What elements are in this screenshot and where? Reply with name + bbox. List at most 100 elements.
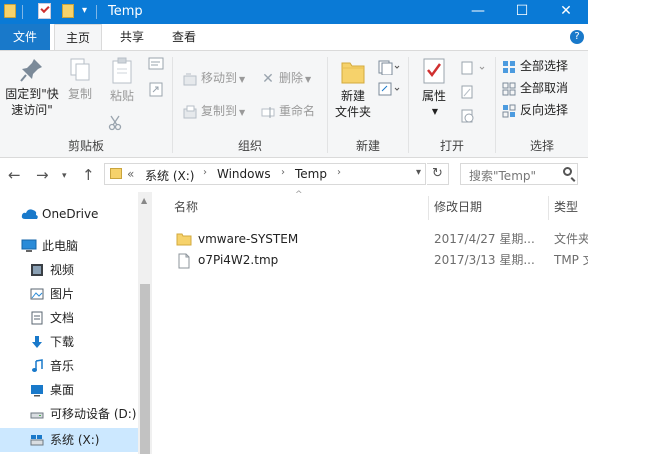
computer-icon — [21, 239, 37, 252]
nav-item-system-x[interactable]: 系统 (X:) — [0, 428, 138, 452]
folder-icon — [176, 233, 192, 246]
column-header-type[interactable]: 类型 — [554, 192, 578, 222]
breadcrumb-drive[interactable]: 系统 (X:) — [145, 167, 194, 184]
new-folder-button[interactable]: 新建 文件夹 — [330, 57, 376, 120]
copy-label: 复制 — [67, 87, 92, 101]
open-icon — [461, 61, 485, 75]
properties-quick-icon[interactable] — [38, 3, 51, 19]
copy-to-button[interactable]: 复制到 ▼ — [183, 101, 245, 121]
select-none-button[interactable]: 全部取消 — [502, 78, 568, 98]
easy-access-button[interactable] — [376, 81, 402, 101]
scrollbar-thumb[interactable] — [140, 284, 150, 454]
select-none-icon — [502, 82, 516, 95]
table-row[interactable]: o7Pi4W2.tmp 2017/3/13 星期... TMP 文件 — [152, 249, 588, 271]
address-dropdown-icon[interactable]: ▾ — [416, 167, 421, 178]
nav-label: 音乐 — [50, 359, 75, 373]
edit-button[interactable] — [459, 85, 489, 103]
rename-button[interactable]: 重命名 — [261, 101, 315, 121]
clipboard-group: 固定到"快 速访问" 复制 粘贴 剪贴板 — [0, 51, 172, 157]
window-title: Temp — [108, 4, 143, 19]
tab-file[interactable]: 文件 — [0, 24, 50, 50]
file-date: 2017/4/27 星期... — [434, 232, 535, 246]
back-arrow-icon[interactable]: ← — [8, 166, 21, 184]
tab-share[interactable]: 共享 — [108, 24, 156, 50]
paste-button[interactable]: 粘贴 — [104, 57, 140, 104]
file-icon — [178, 253, 190, 269]
breadcrumb-chevron-icon[interactable]: › — [337, 167, 341, 178]
paste-shortcut-button[interactable] — [146, 81, 166, 101]
nav-item-music[interactable]: 音乐 — [0, 354, 138, 378]
forward-arrow-icon[interactable]: → — [36, 166, 49, 184]
cut-button[interactable] — [108, 115, 122, 135]
paste-shortcut-icon — [149, 82, 163, 97]
title-separator — [22, 5, 23, 19]
address-bar[interactable]: « 系统 (X:) › Windows › Temp › ▾ — [104, 163, 426, 185]
nav-item-documents[interactable]: 文档 — [0, 306, 138, 330]
nav-item-removable-d[interactable]: 可移动设备 (D:) — [0, 402, 138, 426]
move-to-icon — [183, 73, 197, 85]
column-header-modified[interactable]: 修改日期 — [434, 192, 482, 222]
open-group: 属性 ▼ 打开 — [409, 51, 495, 157]
search-box[interactable]: 搜索"Temp" — [460, 163, 578, 185]
breadcrumb-chevron-icon[interactable]: › — [281, 167, 285, 178]
new-folder-quick-icon[interactable] — [62, 4, 74, 18]
breadcrumb-temp[interactable]: Temp — [295, 167, 327, 181]
select-group-label: 选择 — [529, 139, 554, 153]
column-divider[interactable] — [428, 196, 429, 220]
clipboard-group-label: 剪贴板 — [67, 139, 104, 153]
ribbon-tabs: 文件 主页 共享 查看 ? — [0, 24, 588, 51]
nav-item-pictures[interactable]: 图片 — [0, 282, 138, 306]
tab-home[interactable]: 主页 — [54, 24, 102, 50]
select-all-button[interactable]: 全部选择 — [502, 56, 568, 76]
delete-x-icon: ✕ — [262, 70, 274, 87]
new-item-button[interactable] — [376, 59, 402, 79]
desktop-icon — [31, 385, 43, 397]
open-button[interactable] — [459, 61, 489, 79]
chevron-down-icon: ▼ — [239, 75, 246, 84]
breadcrumb-windows[interactable]: Windows — [217, 167, 271, 181]
nav-item-videos[interactable]: 视频 — [0, 258, 138, 282]
copy-button[interactable]: 复制 — [62, 57, 98, 102]
pin-quick-access-button[interactable]: 固定到"快 速访问" — [2, 57, 62, 118]
quick-access-dropdown-icon[interactable]: ▾ — [82, 5, 87, 16]
tab-view[interactable]: 查看 — [160, 24, 208, 50]
search-input[interactable]: 搜索"Temp" — [469, 167, 536, 184]
column-header-name[interactable]: 名称 — [174, 192, 198, 222]
breadcrumb-chevron-icon[interactable]: › — [203, 167, 207, 178]
up-arrow-icon[interactable]: ↑ — [82, 166, 95, 184]
nav-pane-scrollbar[interactable]: ▲ — [138, 192, 152, 454]
scroll-up-icon[interactable]: ▲ — [141, 196, 147, 205]
refresh-icon[interactable]: ↻ — [427, 163, 449, 185]
column-divider[interactable] — [548, 196, 549, 220]
close-button[interactable]: ✕ — [544, 0, 588, 24]
nav-item-downloads[interactable]: 下载 — [0, 330, 138, 354]
history-button[interactable] — [459, 109, 489, 127]
nav-item-this-pc[interactable]: 此电脑 — [0, 234, 138, 258]
file-date: 2017/3/13 星期... — [434, 253, 535, 267]
move-to-label: 移动到 — [201, 71, 238, 85]
select-all-label: 全部选择 — [520, 59, 569, 73]
copy-path-button[interactable] — [146, 57, 166, 75]
nav-item-desktop[interactable]: 桌面 — [0, 378, 138, 402]
invert-selection-button[interactable]: 反向选择 — [502, 100, 568, 120]
invert-selection-label: 反向选择 — [520, 103, 569, 117]
maximize-button[interactable]: ☐ — [500, 0, 544, 24]
help-icon[interactable]: ? — [570, 30, 584, 44]
breadcrumb-overflow[interactable]: « — [127, 167, 134, 181]
move-to-button[interactable]: 移动到 ▼ — [183, 68, 245, 88]
properties-button[interactable]: 属性 ▼ — [413, 57, 455, 120]
file-name: vmware-SYSTEM — [198, 232, 299, 246]
title-bar: ▾ Temp — ☐ ✕ — [0, 0, 588, 24]
recent-locations-chevron-icon[interactable]: ▾ — [62, 171, 67, 181]
table-row[interactable]: vmware-SYSTEM 2017/4/27 星期... 文件夹 — [152, 228, 588, 250]
invert-selection-icon — [502, 104, 516, 117]
pin-icon — [20, 59, 42, 82]
delete-button[interactable]: ✕ 删除 ▼ — [261, 68, 311, 88]
nav-label: 文档 — [50, 311, 75, 325]
nav-item-onedrive[interactable]: OneDrive — [0, 202, 138, 226]
pin-label-line1: 固定到"快 — [5, 87, 59, 101]
music-icon — [32, 359, 43, 372]
paste-label: 粘贴 — [109, 89, 134, 103]
file-list: ^ 名称 修改日期 类型 vmware-SYSTEM 2017/4/27 星期.… — [152, 190, 588, 454]
minimize-button[interactable]: — — [456, 0, 500, 24]
